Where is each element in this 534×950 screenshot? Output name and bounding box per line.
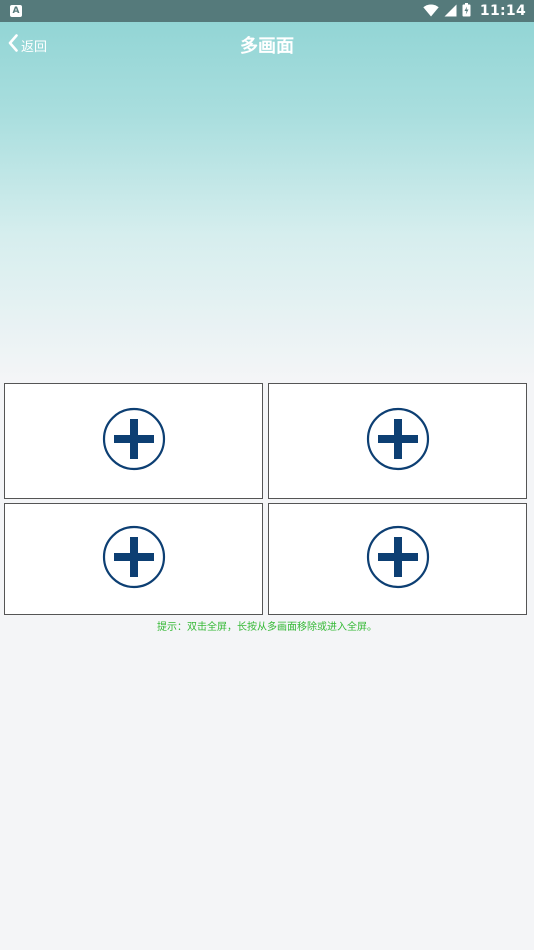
add-icon[interactable] bbox=[102, 407, 166, 475]
add-icon[interactable] bbox=[366, 407, 430, 475]
page-title: 多画面 bbox=[240, 36, 294, 57]
video-slot-3[interactable] bbox=[4, 503, 263, 615]
hint-text: 提示：双击全屏，长按从多画面移除或进入全屏。 bbox=[157, 622, 377, 633]
video-slot-2[interactable] bbox=[268, 383, 527, 499]
add-icon[interactable] bbox=[366, 525, 430, 593]
multi-view-grid bbox=[4, 383, 530, 615]
title-bar: 返回 多画面 bbox=[0, 22, 534, 68]
wifi-icon bbox=[423, 2, 439, 21]
video-slot-1[interactable] bbox=[4, 383, 263, 499]
battery-icon bbox=[462, 2, 471, 21]
notification-icon: A bbox=[10, 5, 22, 17]
status-bar: A 11:14 bbox=[0, 0, 534, 22]
status-time: 11:14 bbox=[479, 3, 526, 19]
add-icon[interactable] bbox=[102, 525, 166, 593]
video-slot-4[interactable] bbox=[268, 503, 527, 615]
signal-icon bbox=[444, 2, 457, 21]
